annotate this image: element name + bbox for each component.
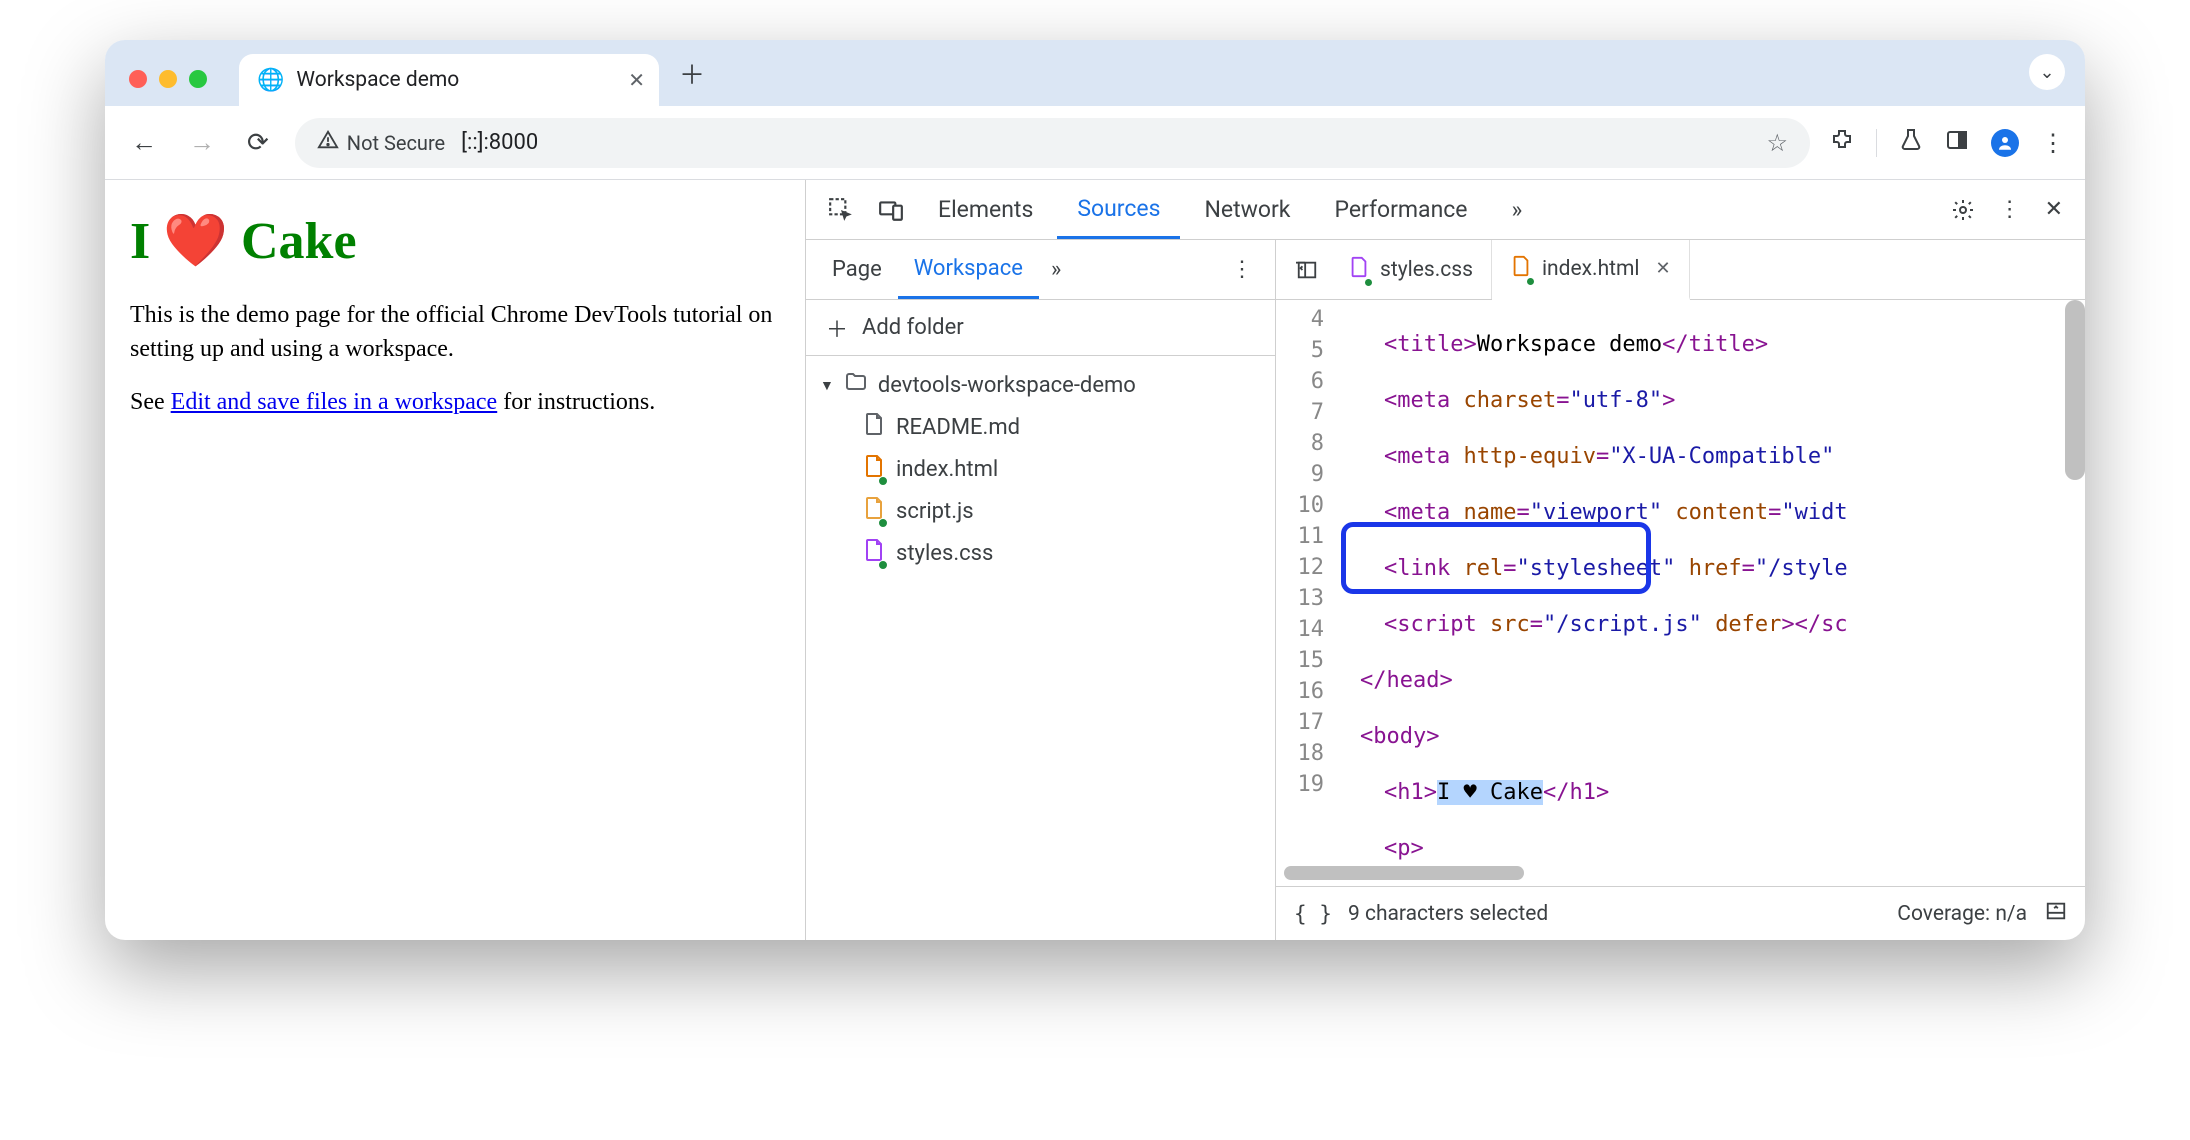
navigator-tabs: Page Workspace » ⋮ — [806, 240, 1275, 300]
editor-tab-index[interactable]: index.html ✕ — [1492, 240, 1690, 300]
labs-icon[interactable] — [1899, 128, 1923, 158]
tab-strip: 🌐 Workspace demo ✕ ＋ ⌄ — [105, 40, 2085, 106]
inspect-element-icon[interactable] — [818, 180, 864, 239]
devtools-close-icon[interactable]: ✕ — [2035, 180, 2073, 239]
tree-file-script[interactable]: script.js — [816, 490, 1265, 532]
line-gutter: 4 5 6 7 8 9 10 11 12 13 14 — [1276, 300, 1336, 886]
html-file-icon — [1510, 255, 1532, 283]
add-folder-button[interactable]: ＋ Add folder — [806, 300, 1275, 356]
file-label: script.js — [896, 499, 974, 524]
close-tab-icon[interactable]: ✕ — [1656, 258, 1671, 279]
editor-pane: styles.css index.html ✕ — [1276, 240, 2085, 940]
url-text: [::]:8000 — [461, 130, 538, 155]
minimize-window-button[interactable] — [159, 70, 177, 88]
reload-button[interactable]: ⟳ — [241, 124, 275, 162]
css-file-icon — [862, 538, 886, 568]
security-label: Not Secure — [347, 131, 445, 155]
fullscreen-window-button[interactable] — [189, 70, 207, 88]
browser-toolbar: ← → ⟳ Not Secure [::]:8000 ☆ — [105, 106, 2085, 180]
rendered-page: I ❤️ Cake This is the demo page for the … — [105, 180, 805, 940]
close-tab-icon[interactable]: ✕ — [628, 68, 645, 92]
file-tree: ▼ devtools-workspace-demo README — [806, 356, 1275, 582]
folder-label: devtools-workspace-demo — [878, 373, 1136, 398]
tutorial-link[interactable]: Edit and save files in a workspace — [171, 389, 498, 415]
editor-statusbar: { } 9 characters selected Coverage: n/a — [1276, 886, 2085, 940]
address-bar[interactable]: Not Secure [::]:8000 ☆ — [295, 118, 1810, 168]
tabs-overflow[interactable]: » — [1492, 180, 1543, 239]
vertical-scrollbar[interactable] — [2065, 300, 2085, 480]
tab-performance[interactable]: Performance — [1314, 180, 1487, 239]
html-file-icon — [862, 454, 886, 484]
tab-elements[interactable]: Elements — [918, 180, 1053, 239]
folder-icon — [844, 370, 868, 400]
browser-window: 🌐 Workspace demo ✕ ＋ ⌄ ← → ⟳ Not Secure … — [105, 40, 2085, 940]
extensions-icon[interactable] — [1830, 128, 1854, 158]
page-heading: I ❤️ Cake — [130, 210, 780, 271]
tree-file-index[interactable]: index.html — [816, 448, 1265, 490]
devtools-kebab-icon[interactable]: ⋮ — [1989, 180, 2031, 239]
disclosure-triangle-icon[interactable]: ▼ — [820, 377, 834, 394]
drawer-toggle-icon[interactable] — [2045, 900, 2067, 928]
page-paragraph-2: See Edit and save files in a workspace f… — [130, 386, 780, 420]
security-indicator[interactable]: Not Secure — [317, 129, 445, 156]
nav-tab-page[interactable]: Page — [816, 240, 898, 299]
sources-navigator: Page Workspace » ⋮ ＋ Add folder — [806, 240, 1276, 940]
forward-button[interactable]: → — [183, 123, 221, 162]
tab-network[interactable]: Network — [1184, 180, 1310, 239]
format-code-icon[interactable]: { } — [1294, 902, 1332, 926]
globe-icon: 🌐 — [257, 68, 284, 93]
warning-icon — [317, 129, 339, 156]
css-file-icon — [1348, 256, 1370, 284]
nav-tab-workspace[interactable]: Workspace — [898, 240, 1039, 299]
bookmark-star-icon[interactable]: ☆ — [1766, 129, 1788, 157]
device-mode-icon[interactable] — [868, 180, 914, 239]
file-icon — [862, 412, 886, 442]
window-controls — [121, 70, 215, 106]
code-editor[interactable]: 4 5 6 7 8 9 10 11 12 13 14 — [1276, 300, 2085, 886]
nav-tabs-overflow[interactable]: » — [1039, 240, 1073, 299]
code-content[interactable]: <title>Workspace demo</title> <meta char… — [1336, 300, 2085, 886]
new-tab-button[interactable]: ＋ — [659, 55, 705, 106]
tab-dropdown-button[interactable]: ⌄ — [2029, 54, 2065, 90]
file-label: README.md — [896, 415, 1020, 440]
js-file-icon — [862, 496, 886, 526]
selection-status: 9 characters selected — [1348, 902, 1548, 926]
file-label: index.html — [896, 457, 998, 482]
tree-file-readme[interactable]: README.md — [816, 406, 1265, 448]
profile-avatar-icon[interactable] — [1991, 129, 2019, 157]
toggle-navigator-icon[interactable] — [1284, 240, 1330, 299]
tab-title: Workspace demo — [296, 68, 616, 92]
plus-icon: ＋ — [826, 312, 848, 344]
tab-sources[interactable]: Sources — [1057, 180, 1180, 239]
browser-tab[interactable]: 🌐 Workspace demo ✕ — [239, 54, 659, 106]
editor-tabs: styles.css index.html ✕ — [1276, 240, 2085, 300]
settings-gear-icon[interactable] — [1941, 180, 1985, 239]
file-label: styles.css — [896, 541, 993, 566]
kebab-menu-icon[interactable]: ⋮ — [2041, 129, 2065, 157]
side-panel-icon[interactable] — [1945, 128, 1969, 158]
tree-folder[interactable]: ▼ devtools-workspace-demo — [816, 364, 1265, 406]
editor-tab-label: index.html — [1542, 257, 1640, 281]
horizontal-scrollbar[interactable] — [1284, 866, 1524, 880]
add-folder-label: Add folder — [862, 315, 964, 340]
editor-tab-styles[interactable]: styles.css — [1330, 240, 1492, 299]
tree-file-styles[interactable]: styles.css — [816, 532, 1265, 574]
nav-kebab-icon[interactable]: ⋮ — [1219, 240, 1265, 299]
toolbar-separator — [1876, 129, 1877, 157]
editor-tab-label: styles.css — [1380, 258, 1473, 282]
devtools-tabbar: Elements Sources Network Performance » ⋮… — [806, 180, 2085, 240]
toolbar-icons: ⋮ — [1830, 128, 2065, 158]
back-button[interactable]: ← — [125, 123, 163, 162]
close-window-button[interactable] — [129, 70, 147, 88]
page-paragraph-1: This is the demo page for the official C… — [130, 299, 780, 366]
coverage-status: Coverage: n/a — [1897, 902, 2027, 926]
devtools-panel: Elements Sources Network Performance » ⋮… — [805, 180, 2085, 940]
content-split: I ❤️ Cake This is the demo page for the … — [105, 180, 2085, 940]
